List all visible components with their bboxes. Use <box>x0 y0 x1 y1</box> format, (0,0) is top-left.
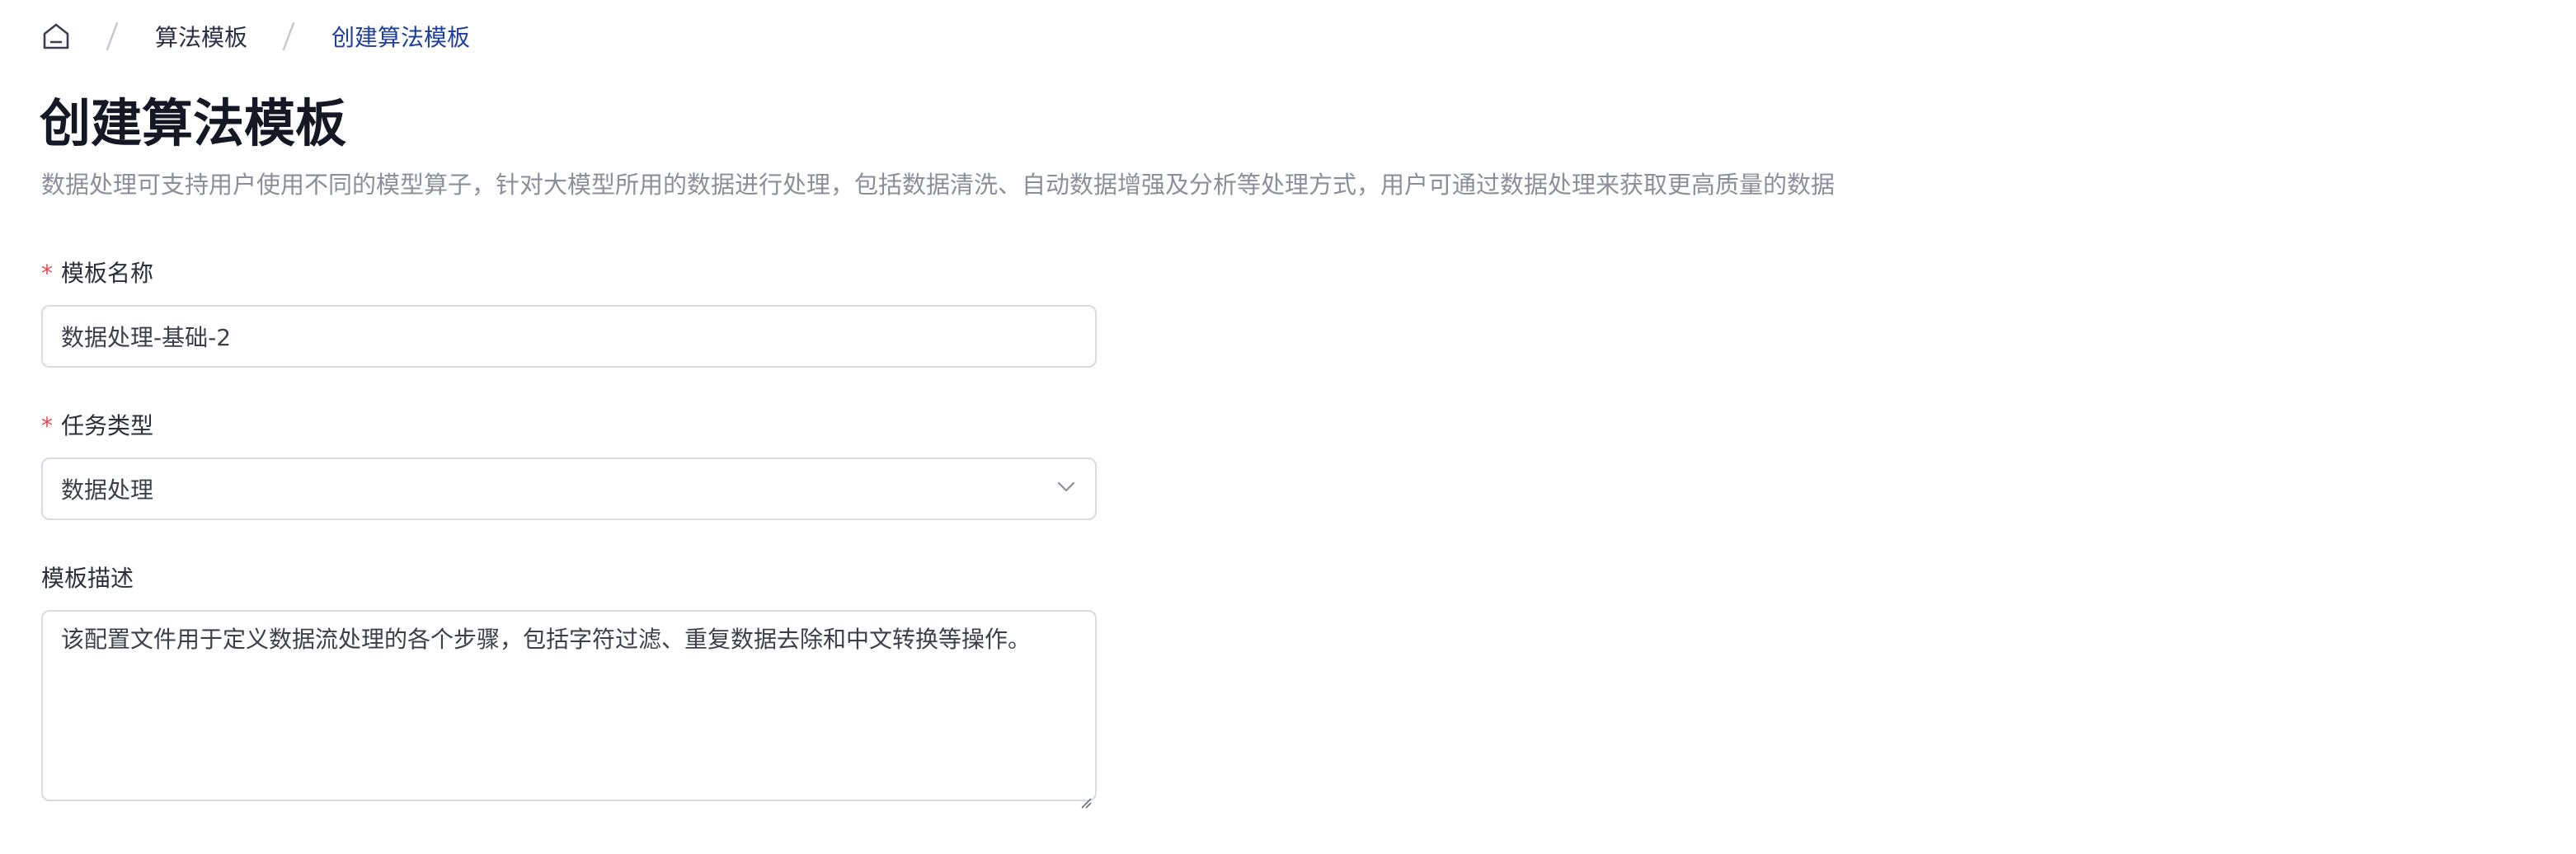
create-template-page: 算法模板 创建算法模板 创建算法模板 数据处理可支持用户使用不同的模型算子，针对… <box>0 0 2576 854</box>
task-type-value: 数据处理 <box>61 476 154 504</box>
breadcrumb-separator <box>87 20 137 53</box>
form-item-task-type: * 任务类型 数据处理 <box>41 410 1097 520</box>
required-mark: * <box>41 260 53 287</box>
template-name-value: 数据处理-基础-2 <box>61 324 232 351</box>
breadcrumb-item-current: 创建算法模板 <box>331 24 471 51</box>
chevron-down-icon <box>1055 476 1077 503</box>
task-type-label: * 任务类型 <box>41 410 1097 443</box>
resize-handle-icon[interactable] <box>1080 785 1092 809</box>
template-name-label-text: 模板名称 <box>61 260 154 287</box>
breadcrumb-item-templates[interactable]: 算法模板 <box>155 20 247 53</box>
template-name-input[interactable]: 数据处理-基础-2 <box>41 305 1097 368</box>
task-type-select[interactable]: 数据处理 <box>41 458 1097 520</box>
breadcrumb-separator <box>264 20 313 53</box>
template-name-label: * 模板名称 <box>41 257 1097 290</box>
home-icon[interactable] <box>41 21 71 51</box>
form-item-template-name: * 模板名称 数据处理-基础-2 <box>41 257 1097 368</box>
required-mark: * <box>41 412 53 439</box>
page-title: 创建算法模板 <box>40 93 347 153</box>
template-desc-label: 模板描述 <box>41 565 134 592</box>
task-type-label-text: 任务类型 <box>61 412 154 439</box>
page-description: 数据处理可支持用户使用不同的模型算子，针对大模型所用的数据进行处理，包括数据清洗… <box>41 171 1836 199</box>
breadcrumb: 算法模板 创建算法模板 <box>41 18 470 54</box>
template-desc-textarea[interactable]: 该配置文件用于定义数据流处理的各个步骤，包括字符过滤、重复数据去除和中文转换等操… <box>41 610 1097 809</box>
form-item-template-desc: 模板描述 该配置文件用于定义数据流处理的各个步骤，包括字符过滤、重复数据去除和中… <box>41 562 1097 809</box>
template-desc-value: 该配置文件用于定义数据流处理的各个步骤，包括字符过滤、重复数据去除和中文转换等操… <box>61 626 1032 653</box>
